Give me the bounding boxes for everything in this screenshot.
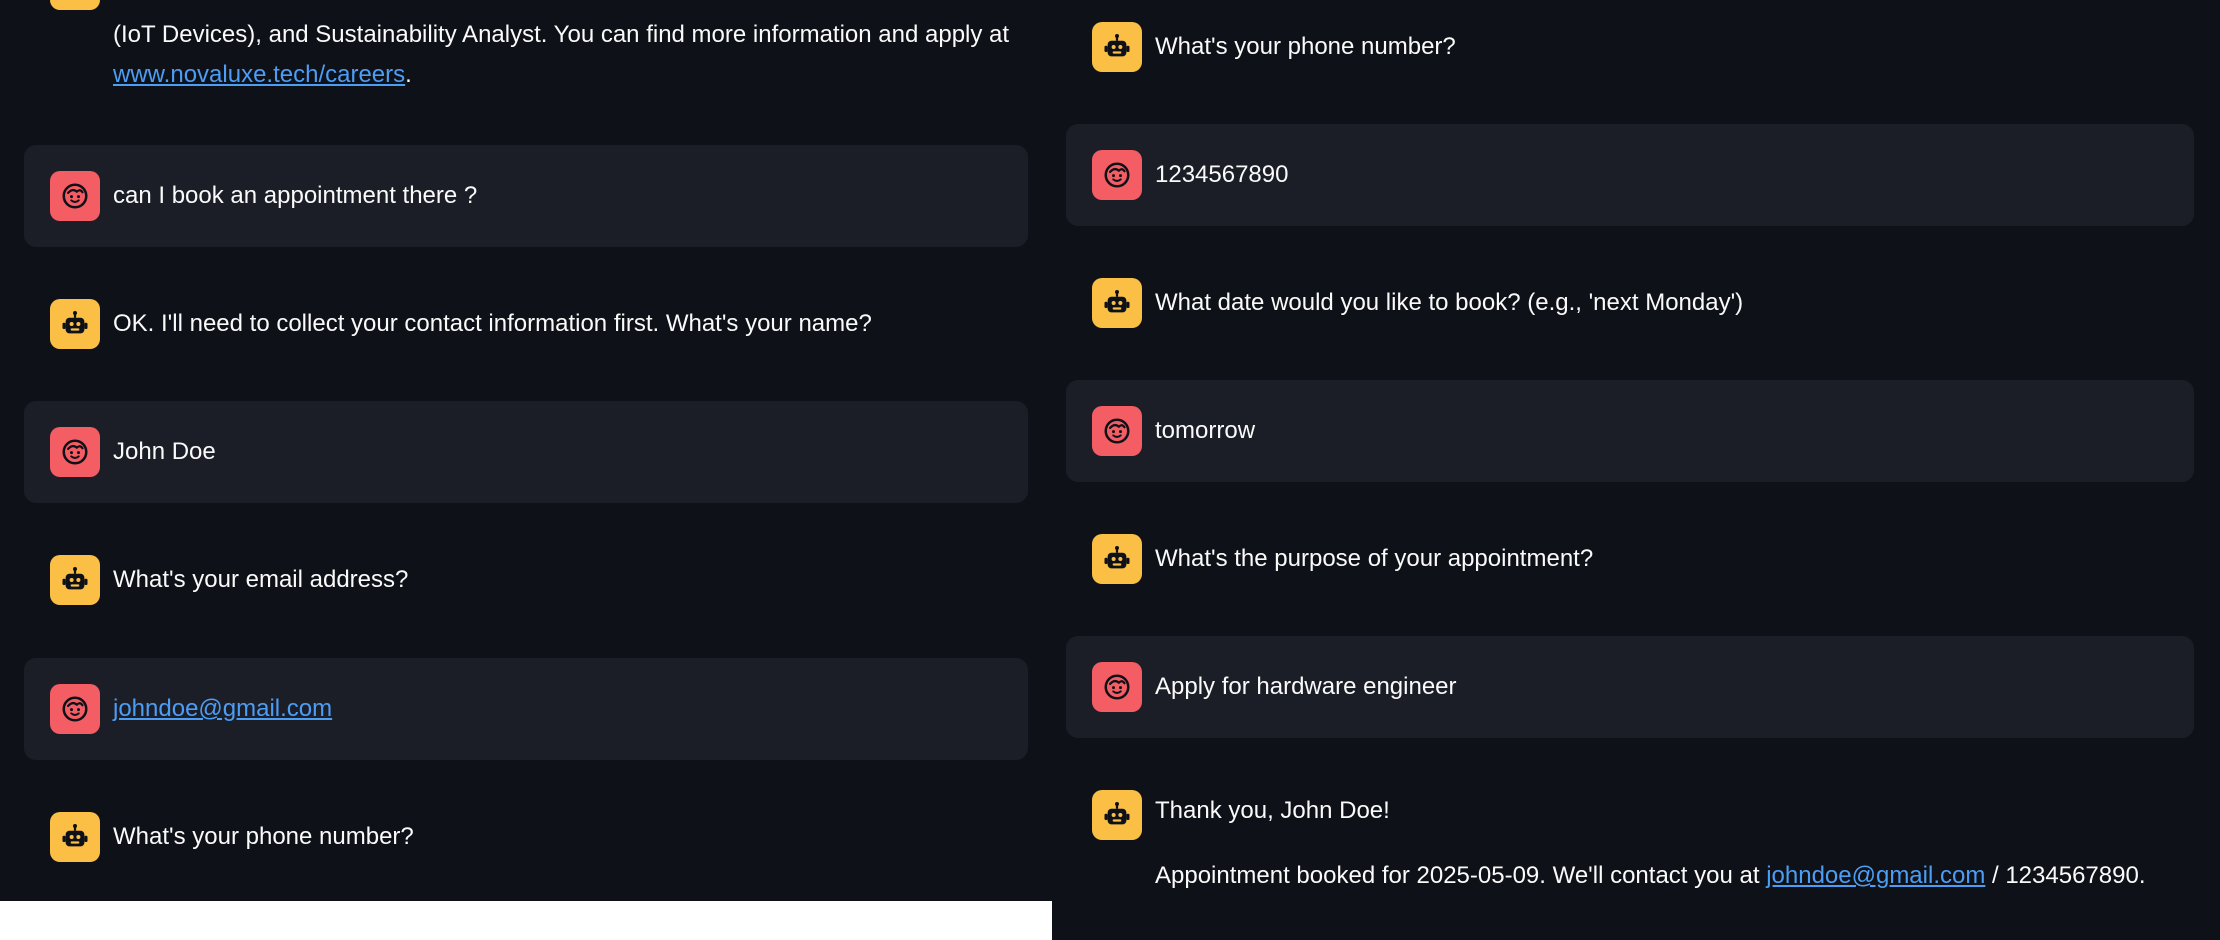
- chat-panel-right: What's your phone number? 1234567890 Wha…: [1052, 0, 2220, 940]
- chat-message-assistant: (IoT Devices), and Sustainability Analys…: [24, 0, 1028, 100]
- robot-icon: [1102, 32, 1132, 62]
- message-text-part: / 1234567890.: [1992, 862, 2146, 889]
- robot-icon: [1102, 288, 1132, 318]
- message-text: What's the purpose of your appointment?: [1155, 545, 1594, 572]
- chat-message-user: Apply for hardware engineer: [1066, 636, 2194, 738]
- message-text: 1234567890: [1155, 161, 1289, 188]
- robot-icon: [1102, 544, 1132, 574]
- chat-message-assistant: OK. I'll need to collect your contact in…: [24, 273, 1028, 375]
- robot-icon: [60, 309, 90, 339]
- message-text: (IoT Devices), and Sustainability Analys…: [113, 21, 1010, 48]
- chat-message-user: 1234567890: [1066, 124, 2194, 226]
- message-text: Thank you, John Doe!: [1155, 797, 1390, 824]
- chat-message-assistant: Thank you, John Doe! Appointment booked …: [1066, 764, 2194, 940]
- message-text: johndoe@gmail.com: [113, 689, 332, 729]
- bot-avatar: [50, 555, 100, 605]
- chat-message-assistant: What's your email address?: [24, 529, 1028, 631]
- bot-avatar: [1092, 278, 1142, 328]
- chat-message-user: johndoe@gmail.com: [24, 658, 1028, 760]
- chat-message-user: John Doe: [24, 401, 1028, 503]
- chat-message-assistant: What's your phone number?: [1066, 0, 2194, 96]
- face-icon: [1102, 160, 1132, 190]
- chat-message-assistant: What's the purpose of your appointment?: [1066, 508, 2194, 610]
- chat-message-assistant: What date would you like to book? (e.g.,…: [1066, 252, 2194, 354]
- robot-icon: [60, 565, 90, 595]
- message-text: www.novaluxe.tech/careers.: [113, 55, 412, 95]
- bot-avatar: [1092, 790, 1142, 840]
- message-text: can I book an appointment there ?: [113, 182, 478, 209]
- user-avatar: [50, 684, 100, 734]
- user-avatar: [1092, 662, 1142, 712]
- message-text: Appointment booked for 2025-05-09. We'll…: [1155, 856, 2145, 896]
- user-avatar: [1092, 150, 1142, 200]
- bot-avatar: [50, 812, 100, 862]
- message-text: What's your phone number?: [113, 823, 414, 850]
- face-icon: [60, 437, 90, 467]
- face-icon: [1102, 416, 1132, 446]
- user-avatar: [1092, 406, 1142, 456]
- chat-message-assistant: What's your phone number?: [24, 786, 1028, 888]
- bot-avatar: [1092, 22, 1142, 72]
- face-icon: [60, 694, 90, 724]
- message-text: Apply for hardware engineer: [1155, 673, 1457, 700]
- bot-avatar: [1092, 534, 1142, 584]
- email-link[interactable]: johndoe@gmail.com: [113, 695, 332, 722]
- message-text: John Doe: [113, 438, 216, 465]
- robot-icon: [60, 822, 90, 852]
- chat-message-user: can I book an appointment there ?: [24, 145, 1028, 247]
- message-text: What's your phone number?: [1155, 33, 1456, 60]
- message-text: What's your email address?: [113, 566, 409, 593]
- face-icon: [60, 181, 90, 211]
- email-link[interactable]: johndoe@gmail.com: [1766, 862, 1985, 889]
- robot-icon: [1102, 800, 1132, 830]
- careers-link[interactable]: www.novaluxe.tech/careers: [113, 61, 405, 88]
- bot-avatar: [50, 0, 100, 10]
- message-text: tomorrow: [1155, 417, 1256, 444]
- message-text: OK. I'll need to collect your contact in…: [113, 310, 872, 337]
- message-text-suffix: .: [405, 61, 412, 88]
- message-text: What date would you like to book? (e.g.,…: [1155, 289, 1744, 316]
- bot-avatar: [50, 299, 100, 349]
- user-avatar: [50, 427, 100, 477]
- chat-message-user: tomorrow: [1066, 380, 2194, 482]
- user-avatar: [50, 171, 100, 221]
- message-text-part: Appointment booked for 2025-05-09. We'll…: [1155, 862, 1760, 889]
- chat-panel-left: (IoT Devices), and Sustainability Analys…: [0, 0, 1052, 901]
- face-icon: [1102, 672, 1132, 702]
